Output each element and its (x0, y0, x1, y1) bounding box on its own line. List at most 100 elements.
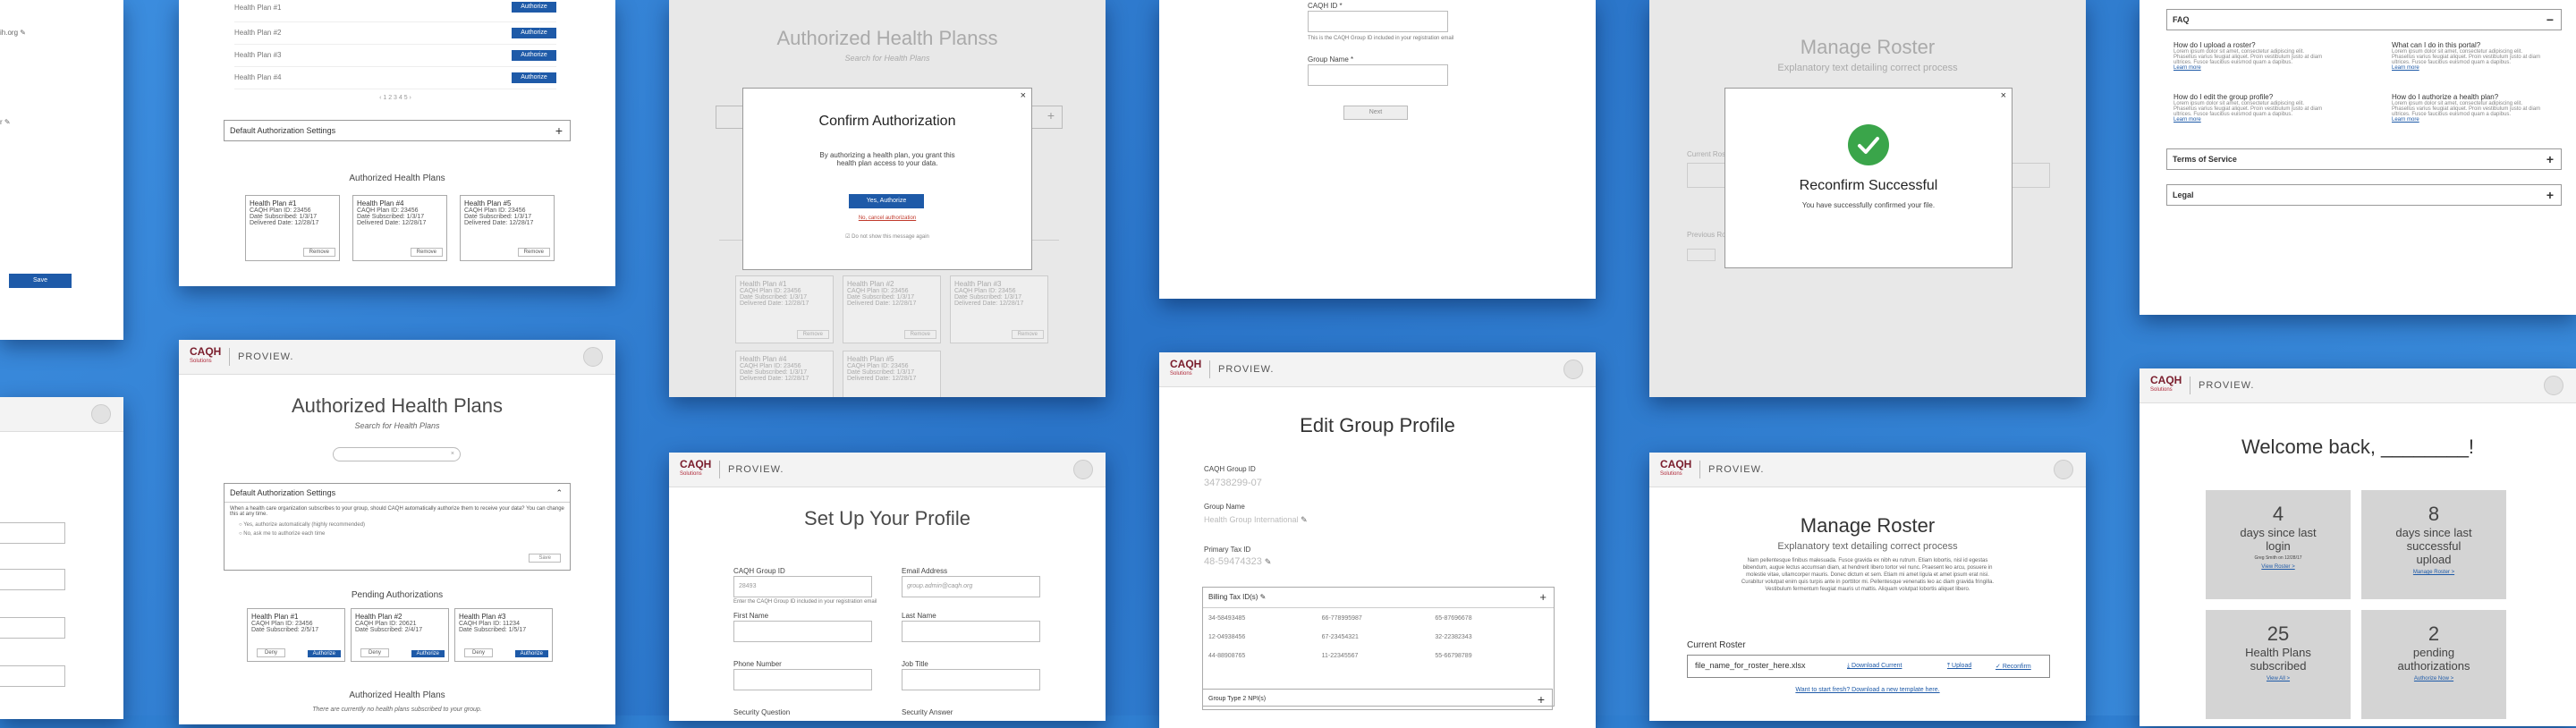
authorize-button[interactable]: Authorize (512, 28, 556, 38)
header: CAQH Solutions PROVIEW. (1649, 453, 2086, 487)
close-icon[interactable]: × (2001, 90, 2006, 101)
divider (1699, 461, 1700, 478)
faq-accordion[interactable]: FAQ − (2166, 9, 2562, 30)
input-field[interactable] (0, 665, 65, 687)
save-button[interactable]: Save (9, 274, 72, 288)
group-id-input[interactable]: 28493 (733, 576, 872, 597)
pending-plan-card: Health Plan #3 CAQH Plan ID: 11234 Date Su… (454, 608, 553, 662)
avatar[interactable] (2544, 376, 2563, 395)
download-current-link[interactable]: ⤓ Download Current (1847, 663, 1902, 670)
edit-icon[interactable]: ✎ (1260, 593, 1267, 601)
authorize-button[interactable]: Authorize (512, 2, 556, 13)
manage-roster-link[interactable]: Manage Roster > (2361, 570, 2506, 575)
pending-plan-card: Health Plan #1 CAQH Plan ID: 23456 Date Su… (247, 608, 345, 662)
avatar[interactable] (583, 347, 603, 367)
phone-input[interactable] (733, 669, 872, 690)
download-template-link[interactable]: Want to start fresh? Download a new temp… (1649, 687, 2086, 693)
deny-button[interactable]: Deny (257, 648, 286, 657)
next-button[interactable]: Next (1343, 106, 1408, 120)
last-name-label: Last Name (902, 612, 936, 620)
first-name-input[interactable] (733, 621, 872, 642)
authorize-now-link[interactable]: Authorize Now > (2361, 676, 2506, 681)
product-name: PROVIEW. (1218, 364, 1275, 375)
faq-question[interactable]: What can I do in this portal? (2392, 41, 2544, 49)
remove-button[interactable]: Remove (302, 248, 335, 257)
edit-icon[interactable]: ✎ (1301, 515, 1308, 524)
authorize-button[interactable]: Authorize (512, 50, 556, 61)
caqh-id-hint: This is the CAQH Group ID included in yo… (1308, 36, 1454, 41)
authorize-button[interactable]: Authorize (514, 650, 548, 657)
plus-icon: + (2546, 188, 2554, 202)
caqh-id-input[interactable] (1308, 11, 1448, 32)
learn-more-link[interactable]: Learn more (2392, 65, 2544, 71)
avatar[interactable] (2054, 460, 2073, 479)
faq-answer: Lorem ipsum dolor sit amet, consectetur … (2174, 49, 2323, 65)
learn-more-link[interactable]: Learn more (2174, 65, 2326, 71)
stat-tile: 25 Health Plans subscribed View All > (2206, 610, 2351, 719)
last-name-input[interactable] (902, 621, 1040, 642)
plan-id: CAQH Plan ID: 11234 (459, 621, 520, 627)
group-name-label: Group Name * (1308, 55, 1354, 63)
dont-show-checkbox[interactable]: ☑ Do not show this message again (743, 233, 1031, 240)
group-name-label: Group Name (1204, 503, 1245, 511)
yes-authorize-button[interactable]: Yes, Authorize (849, 194, 924, 208)
input-field[interactable] (0, 522, 65, 544)
faq-question[interactable]: How do I edit the group profile? (2174, 93, 2326, 101)
cancel-authorization-link[interactable]: No, cancel authorization (743, 216, 1031, 221)
upload-link[interactable]: ⤒ Upload (1947, 663, 1971, 670)
radio-no[interactable]: ○ No, ask me to authorize each time (225, 529, 570, 538)
auth-plans-main-card: CAQH Solutions PROVIEW. Authorized Health … (179, 340, 615, 724)
deny-button[interactable]: Deny (360, 648, 390, 657)
remove-button[interactable]: Remove (517, 248, 550, 257)
terms-accordion[interactable]: Terms of Service + (2166, 148, 2562, 170)
panel-header[interactable]: Default Authorization Settings ⌃ (225, 484, 570, 503)
avatar[interactable] (1073, 460, 1093, 479)
panel-header[interactable]: Billing Tax ID(s) ✎ + (1203, 588, 1554, 608)
view-roster-link[interactable]: View Roster > (2206, 564, 2351, 570)
stat-label: days since last login (2240, 526, 2317, 553)
pagination[interactable]: ‹ 1 2 3 4 5 › (234, 95, 556, 101)
bg-search-hint: Search for Health Plans (844, 54, 930, 63)
remove-button[interactable]: Remove (410, 248, 443, 257)
avatar[interactable] (91, 404, 111, 424)
plan-name: Health Plan #2 (234, 29, 282, 37)
group-type-accordion[interactable]: Group Type 2 NPI(s) + (1202, 689, 1553, 710)
tax-id-grid: 34-58493485 66-778995987 65-87696678 12-04… (1203, 608, 1554, 666)
search-input[interactable]: × (333, 447, 461, 461)
auth-plans-list-card: Health Plan #1 Authorize Health Plan #2 Au… (179, 0, 615, 286)
view-all-link[interactable]: View All > (2206, 676, 2351, 681)
stat-number: 2 (2428, 622, 2440, 645)
clear-icon[interactable]: × (451, 444, 454, 464)
stat-label: Health Plans subscribed (2245, 646, 2311, 673)
learn-more-link[interactable]: Learn more (2174, 117, 2326, 123)
job-title-input[interactable] (902, 669, 1040, 690)
faq-item: How do I edit the group profile? Lorem ip… (2174, 93, 2326, 123)
save-button[interactable]: Save (529, 554, 561, 563)
stat-number: 4 (2272, 503, 2284, 525)
faq-question[interactable]: How do I upload a roster? (2174, 41, 2326, 49)
edit-icon[interactable]: ✎ (1265, 557, 1272, 566)
avatar[interactable] (1563, 360, 1583, 379)
deny-button[interactable]: Deny (464, 648, 494, 657)
radio-yes[interactable]: ○ Yes, authorize automatically (highly r… (225, 521, 570, 529)
close-icon[interactable]: × (1021, 90, 1026, 101)
plus-icon[interactable]: + (1539, 588, 1546, 607)
remove-button: Remove (1011, 330, 1044, 339)
email-input[interactable]: group.admin@caqh.org (902, 576, 1040, 597)
learn-more-link[interactable]: Learn more (2392, 117, 2544, 123)
authorize-button[interactable]: Authorize (307, 650, 341, 657)
plan-name: Health Plan #4 (357, 199, 404, 207)
legal-accordion[interactable]: Legal + (2166, 184, 2562, 206)
page-title: Set Up Your Profile (804, 507, 970, 529)
authorize-button[interactable]: Authorize (512, 72, 556, 83)
tax-id: 65-87696678 (1435, 615, 1472, 622)
group-name-input[interactable] (1308, 64, 1448, 86)
input-field[interactable] (0, 617, 65, 639)
default-settings-accordion[interactable]: Default Authorization Settings + (224, 120, 571, 141)
faq-question[interactable]: How do I authorize a health plan? (2392, 93, 2544, 101)
plan-date: Date Subscribed: 1/5/17 (459, 627, 527, 633)
header (0, 397, 123, 432)
reconfirm-link[interactable]: ✓ Reconfirm (1996, 663, 2031, 670)
input-field[interactable] (0, 569, 65, 590)
authorize-button[interactable]: Authorize (411, 650, 445, 657)
